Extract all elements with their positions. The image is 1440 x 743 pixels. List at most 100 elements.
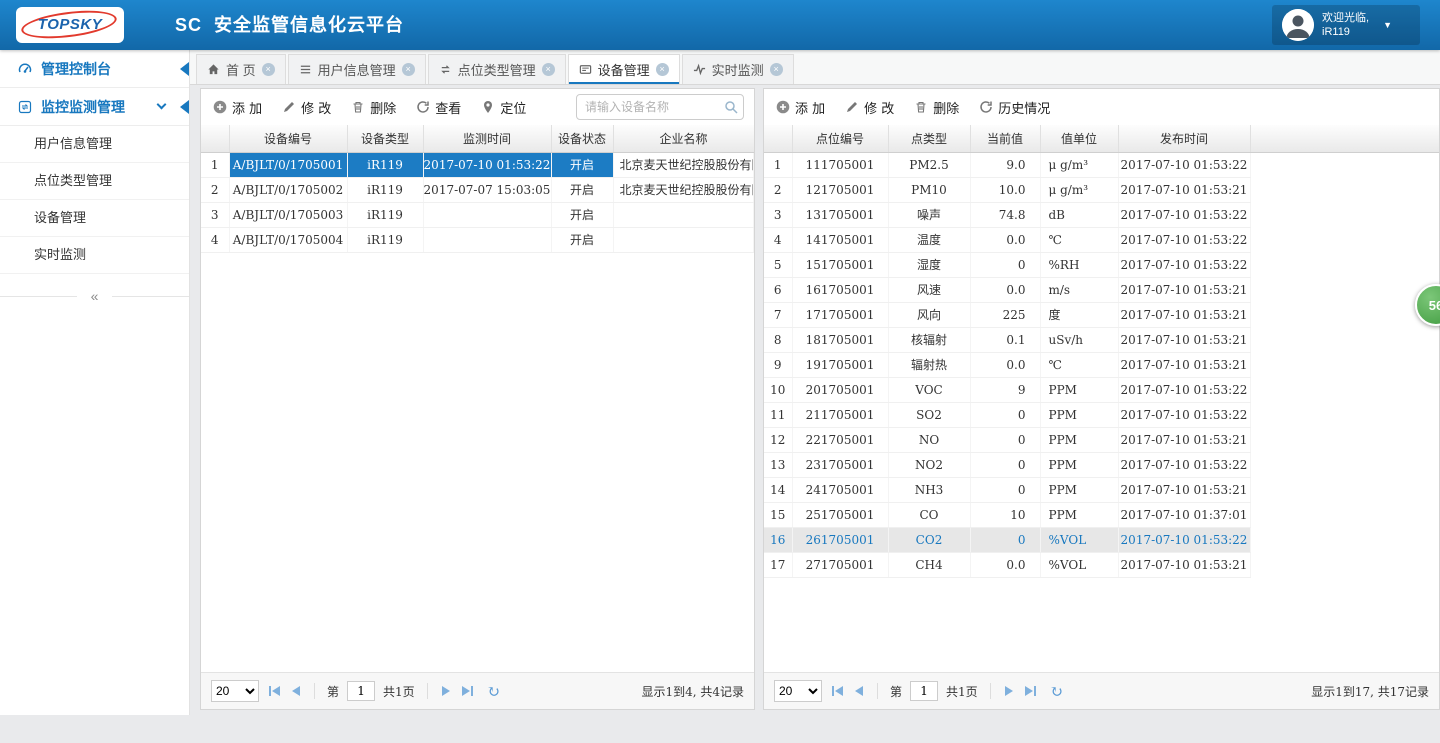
table-row[interactable]: 3131705001噪声74.8dB2017-07-10 01:53:22 [764,202,1439,227]
pencil-icon [282,100,296,114]
column-header[interactable]: 点位编号 [792,125,888,152]
prev-page-button[interactable] [290,684,302,698]
table-row[interactable]: 10201705001VOC9PPM2017-07-10 01:53:22 [764,377,1439,402]
table-cell [1250,152,1439,177]
table-row[interactable]: 16261705001CO20%VOL2017-07-10 01:53:22 [764,527,1439,552]
table-row[interactable]: 11211705001SO20PPM2017-07-10 01:53:22 [764,402,1439,427]
table-row[interactable]: 9191705001辐射热0.0℃2017-07-10 01:53:21 [764,352,1439,377]
prev-page-button[interactable] [853,684,865,698]
divider [877,683,878,699]
column-header[interactable]: 当前值 [970,125,1040,152]
column-header[interactable]: 设备类型 [347,125,423,152]
next-page-button[interactable] [440,684,452,698]
table-row[interactable]: 8181705001核辐射0.1uSv/h2017-07-10 01:53:21 [764,327,1439,352]
last-page-button[interactable] [460,684,475,698]
table-row[interactable]: 3A/BJLT/0/1705003iR119开启 [201,202,754,227]
device-table: 设备编号设备类型监测时间设备状态企业名称 1A/BJLT/0/1705001iR… [201,125,754,253]
reload-icon[interactable]: ↻ [1050,682,1063,701]
sidebar-item-realtime[interactable]: 实时监测 [0,237,189,274]
view-button[interactable]: 查看 [416,98,461,117]
table-row[interactable]: 4141705001温度0.0℃2017-07-10 01:53:22 [764,227,1439,252]
page-number-input[interactable] [910,681,938,701]
table-row[interactable]: 1111705001PM2.59.0μ g/m³2017-07-10 01:53… [764,152,1439,177]
table-row[interactable]: 1A/BJLT/0/1705001iR1192017-07-10 01:53:2… [201,152,754,177]
tab-point-type[interactable]: 点位类型管理 × [428,54,566,84]
tab-close-icon[interactable]: × [542,63,555,76]
table-row[interactable]: 15251705001CO10PPM2017-07-10 01:37:01 [764,502,1439,527]
table-row[interactable]: 2121705001PM1010.0μ g/m³2017-07-10 01:53… [764,177,1439,202]
table-row[interactable]: 4A/BJLT/0/1705004iR119开启 [201,227,754,252]
add-button[interactable]: 添 加 [776,98,825,117]
table-cell: 151705001 [792,252,888,277]
table-row[interactable]: 2A/BJLT/0/1705002iR1192017-07-07 15:03:0… [201,177,754,202]
table-cell: %RH [1040,252,1118,277]
table-cell [1250,402,1439,427]
column-header[interactable]: 点类型 [888,125,970,152]
table-cell: 0 [970,402,1040,427]
page-size-select[interactable]: 20 [211,680,259,702]
table-row[interactable]: 6161705001风速0.0m/s2017-07-10 01:53:21 [764,277,1439,302]
sidebar-item-device-mgmt[interactable]: 设备管理 [0,200,189,237]
column-header[interactable]: 设备编号 [229,125,347,152]
sidebar-item-point-type[interactable]: 点位类型管理 [0,163,189,200]
tab-home[interactable]: 首 页 × [196,54,286,84]
page-number-input[interactable] [347,681,375,701]
sidebar-submenu: 用户信息管理 点位类型管理 设备管理 实时监测 [0,126,189,274]
chevron-down-icon [157,100,167,110]
table-cell: 1 [201,152,229,177]
last-page-button[interactable] [1023,684,1038,698]
tab-device-mgmt[interactable]: 设备管理 × [568,54,680,84]
column-header[interactable] [1250,125,1439,152]
column-header[interactable] [201,125,229,152]
table-cell: 5 [764,252,792,277]
tab-close-icon[interactable]: × [770,63,783,76]
search-icon[interactable] [724,100,738,114]
table-row[interactable]: 13231705001NO20PPM2017-07-10 01:53:22 [764,452,1439,477]
reload-icon[interactable]: ↻ [487,682,500,701]
topsky-logo: TOPSKY [16,7,124,43]
table-row[interactable]: 12221705001NO0PPM2017-07-10 01:53:21 [764,427,1439,452]
user-widget[interactable]: 欢迎光临, iR119 ▼ [1272,5,1420,45]
sidebar-item-user-info[interactable]: 用户信息管理 [0,126,189,163]
sidebar-item-monitoring[interactable]: 监控监测管理 [0,88,189,126]
locate-button[interactable]: 定位 [481,98,526,117]
table-cell: 9 [764,352,792,377]
tab-realtime[interactable]: 实时监测 × [682,54,794,84]
table-cell: 2017-07-10 01:53:21 [1118,327,1250,352]
column-header[interactable]: 设备状态 [551,125,613,152]
first-page-button[interactable] [830,684,845,698]
table-row[interactable]: 17271705001CH40.0%VOL2017-07-10 01:53:21 [764,552,1439,577]
delete-button[interactable]: 删除 [351,98,396,117]
device-search-input[interactable] [576,94,744,120]
table-row[interactable]: 14241705001NH30PPM2017-07-10 01:53:21 [764,477,1439,502]
column-header[interactable]: 发布时间 [1118,125,1250,152]
tab-close-icon[interactable]: × [262,63,275,76]
table-cell: A/BJLT/0/1705001 [229,152,347,177]
add-button[interactable]: 添 加 [213,98,262,117]
chevron-down-icon: ▼ [1383,20,1392,30]
tab-close-icon[interactable]: × [656,63,669,76]
table-cell: 4 [201,227,229,252]
column-header[interactable]: 监测时间 [423,125,551,152]
table-row[interactable]: 7171705001风向225度2017-07-10 01:53:21 [764,302,1439,327]
page-size-select[interactable]: 20 [774,680,822,702]
column-header[interactable]: 企业名称 [613,125,754,152]
table-cell: 2017-07-10 01:53:22 [423,152,551,177]
delete-button-label: 删除 [370,98,396,117]
sidebar-item-console[interactable]: 管理控制台 [0,50,189,88]
table-cell: CH4 [888,552,970,577]
edit-button[interactable]: 修 改 [282,98,331,117]
column-header[interactable] [764,125,792,152]
tab-close-icon[interactable]: × [402,63,415,76]
edit-button[interactable]: 修 改 [845,98,894,117]
delete-button[interactable]: 删除 [914,98,959,117]
column-header[interactable]: 值单位 [1040,125,1118,152]
history-button[interactable]: 历史情况 [979,98,1050,117]
next-page-button[interactable] [1003,684,1015,698]
table-cell: PPM [1040,502,1118,527]
tab-user-info[interactable]: 用户信息管理 × [288,54,426,84]
table-cell: 2017-07-10 01:53:22 [1118,152,1250,177]
table-row[interactable]: 5151705001湿度0%RH2017-07-10 01:53:22 [764,252,1439,277]
first-page-button[interactable] [267,684,282,698]
sidebar-collapse-button[interactable]: « [77,288,113,304]
